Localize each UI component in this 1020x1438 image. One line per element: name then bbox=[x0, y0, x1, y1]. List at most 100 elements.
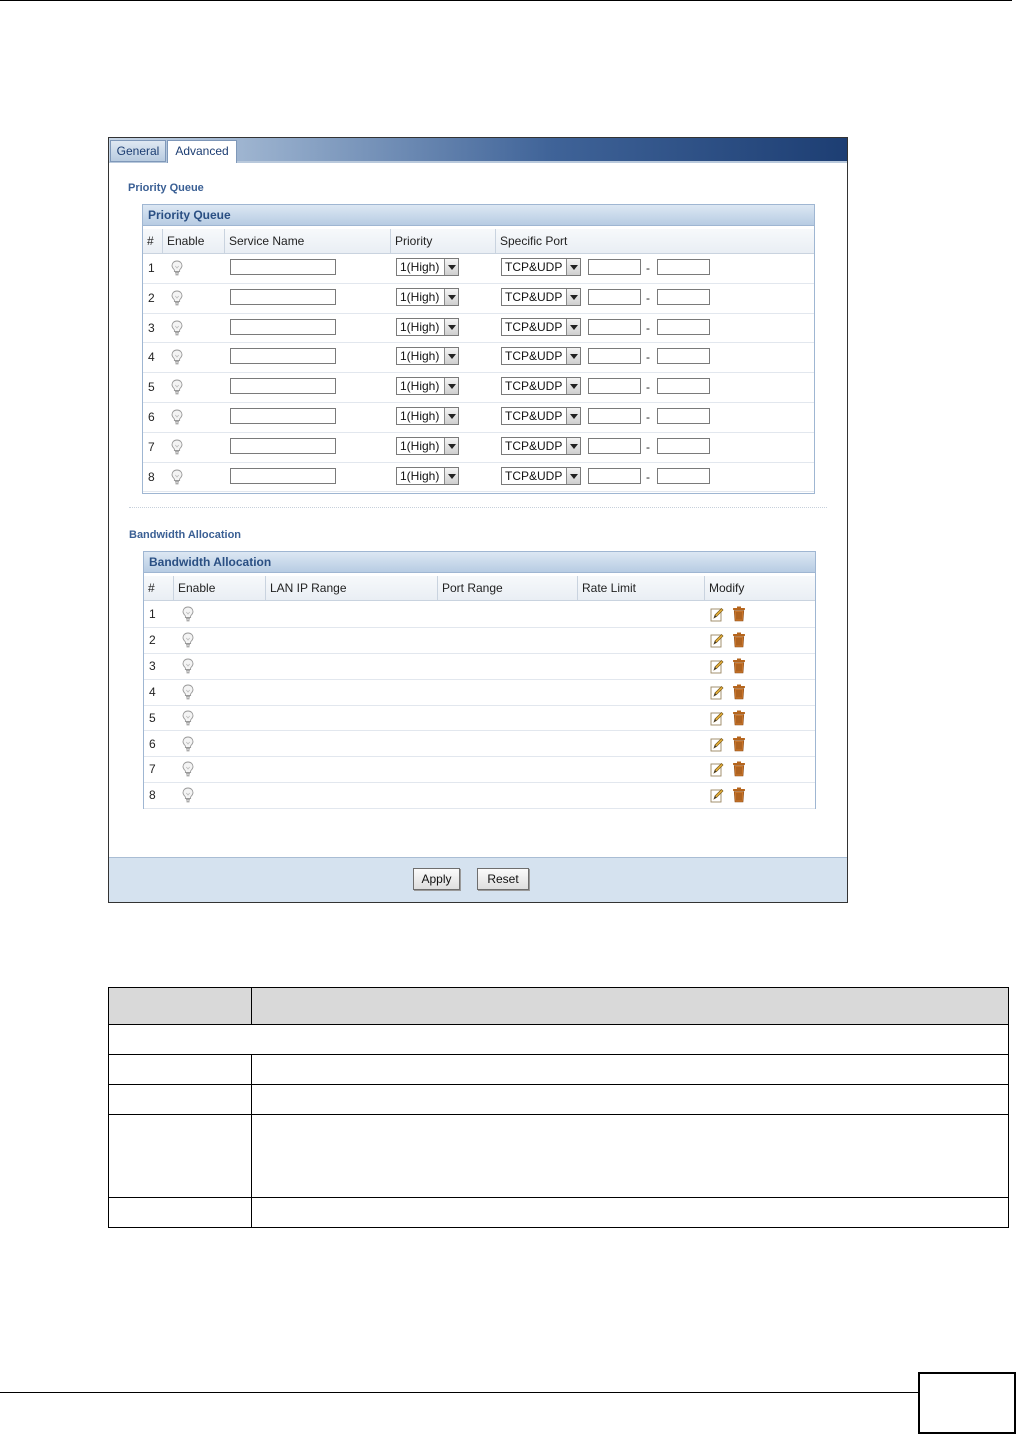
priority-select[interactable]: 1(High) bbox=[396, 407, 459, 425]
priority-queue-row: 3 1(High) TCP&UDP - bbox=[143, 313, 814, 344]
apply-button[interactable]: Apply bbox=[413, 868, 460, 890]
bw-col-enable: Enable bbox=[174, 576, 266, 600]
service-name-input[interactable] bbox=[230, 288, 336, 305]
protocol-select[interactable]: TCP&UDP bbox=[501, 347, 581, 366]
edit-icon[interactable] bbox=[710, 632, 724, 648]
priority-select[interactable]: 1(High) bbox=[396, 466, 459, 485]
pq-col-service-name: Service Name bbox=[225, 229, 391, 253]
port-end-input[interactable] bbox=[657, 288, 710, 305]
priority-select-value: 1(High) bbox=[400, 319, 440, 334]
chevron-down-icon bbox=[566, 259, 580, 275]
trash-icon[interactable] bbox=[732, 684, 746, 700]
lightbulb-icon[interactable] bbox=[182, 736, 194, 752]
priority-select-value: 1(High) bbox=[400, 349, 440, 364]
lightbulb-icon[interactable] bbox=[171, 439, 183, 455]
priority-select[interactable]: 1(High) bbox=[396, 287, 459, 306]
edit-icon[interactable] bbox=[710, 787, 724, 803]
service-name-input[interactable] bbox=[230, 378, 336, 395]
row-number: 6 bbox=[148, 410, 155, 424]
priority-select[interactable]: 1(High) bbox=[396, 377, 459, 396]
port-start-input[interactable] bbox=[588, 318, 641, 335]
lightbulb-icon[interactable] bbox=[182, 632, 194, 648]
priority-select[interactable]: 1(High) bbox=[396, 347, 459, 366]
service-name-input[interactable] bbox=[230, 348, 336, 365]
description-table-rule bbox=[109, 1114, 1008, 1115]
bandwidth-allocation-row: 4 bbox=[144, 679, 815, 706]
priority-select[interactable]: 1(High) bbox=[396, 258, 459, 276]
edit-icon[interactable] bbox=[710, 710, 724, 726]
reset-button[interactable]: Reset bbox=[477, 868, 529, 890]
priority-select[interactable]: 1(High) bbox=[396, 436, 459, 455]
edit-icon[interactable] bbox=[710, 736, 724, 752]
trash-icon[interactable] bbox=[732, 658, 746, 674]
bw-col-port-range: Port Range bbox=[438, 576, 578, 600]
description-table-rule bbox=[109, 1197, 1008, 1198]
port-start-input[interactable] bbox=[588, 408, 641, 424]
priority-select[interactable]: 1(High) bbox=[396, 317, 459, 336]
row-number: 2 bbox=[148, 290, 155, 305]
lightbulb-icon[interactable] bbox=[182, 710, 194, 726]
edit-icon[interactable] bbox=[710, 658, 724, 674]
edit-icon[interactable] bbox=[710, 684, 724, 700]
protocol-select[interactable]: TCP&UDP bbox=[501, 258, 581, 276]
lightbulb-icon[interactable] bbox=[171, 379, 183, 395]
row-number: 6 bbox=[149, 736, 156, 751]
port-end-input[interactable] bbox=[657, 408, 710, 424]
lightbulb-icon[interactable] bbox=[171, 290, 183, 306]
lightbulb-icon[interactable] bbox=[171, 349, 183, 365]
priority-select-value: 1(High) bbox=[400, 438, 440, 453]
service-name-input[interactable] bbox=[230, 318, 336, 335]
protocol-select[interactable]: TCP&UDP bbox=[501, 287, 581, 306]
protocol-select[interactable]: TCP&UDP bbox=[501, 317, 581, 336]
priority-select-value: 1(High) bbox=[400, 409, 440, 423]
bandwidth-allocation-panel: Bandwidth Allocation # Enable LAN IP Ran… bbox=[143, 551, 816, 810]
port-range-separator: - bbox=[646, 261, 650, 275]
port-end-input[interactable] bbox=[657, 259, 710, 275]
priority-select-value: 1(High) bbox=[400, 260, 440, 274]
trash-icon[interactable] bbox=[732, 710, 746, 726]
lightbulb-icon[interactable] bbox=[171, 260, 183, 276]
row-number: 5 bbox=[149, 710, 156, 725]
chevron-down-icon bbox=[566, 408, 580, 424]
protocol-select[interactable]: TCP&UDP bbox=[501, 436, 581, 455]
tab-general[interactable]: General bbox=[110, 140, 166, 162]
lightbulb-icon[interactable] bbox=[182, 684, 194, 700]
tab-advanced[interactable]: Advanced bbox=[167, 140, 237, 163]
protocol-select[interactable]: TCP&UDP bbox=[501, 407, 581, 425]
trash-icon[interactable] bbox=[732, 761, 746, 777]
port-end-input[interactable] bbox=[657, 318, 710, 335]
lightbulb-icon[interactable] bbox=[171, 320, 183, 336]
trash-icon[interactable] bbox=[732, 736, 746, 752]
port-start-input[interactable] bbox=[588, 288, 641, 305]
port-end-input[interactable] bbox=[657, 348, 710, 365]
protocol-select-value: TCP&UDP bbox=[505, 379, 563, 394]
service-name-input[interactable] bbox=[230, 259, 336, 275]
port-start-input[interactable] bbox=[588, 467, 641, 484]
port-start-input[interactable] bbox=[588, 348, 641, 365]
lightbulb-icon[interactable] bbox=[171, 469, 183, 485]
port-end-input[interactable] bbox=[657, 437, 710, 454]
port-end-input[interactable] bbox=[657, 467, 710, 484]
lightbulb-icon[interactable] bbox=[182, 787, 194, 803]
lightbulb-icon[interactable] bbox=[171, 409, 183, 425]
lightbulb-icon[interactable] bbox=[182, 761, 194, 777]
edit-icon[interactable] bbox=[710, 606, 724, 622]
lightbulb-icon[interactable] bbox=[182, 658, 194, 674]
port-end-input[interactable] bbox=[657, 378, 710, 395]
description-table-rule bbox=[109, 1054, 1008, 1055]
port-start-input[interactable] bbox=[588, 437, 641, 454]
service-name-input[interactable] bbox=[230, 467, 336, 484]
trash-icon[interactable] bbox=[732, 632, 746, 648]
port-range-separator: - bbox=[646, 469, 650, 484]
port-start-input[interactable] bbox=[588, 378, 641, 395]
trash-icon[interactable] bbox=[732, 606, 746, 622]
port-start-input[interactable] bbox=[588, 259, 641, 275]
chevron-down-icon bbox=[566, 378, 580, 395]
protocol-select[interactable]: TCP&UDP bbox=[501, 377, 581, 396]
service-name-input[interactable] bbox=[230, 408, 336, 424]
edit-icon[interactable] bbox=[710, 761, 724, 777]
lightbulb-icon[interactable] bbox=[182, 606, 194, 622]
protocol-select[interactable]: TCP&UDP bbox=[501, 466, 581, 485]
service-name-input[interactable] bbox=[230, 437, 336, 454]
trash-icon[interactable] bbox=[732, 787, 746, 803]
